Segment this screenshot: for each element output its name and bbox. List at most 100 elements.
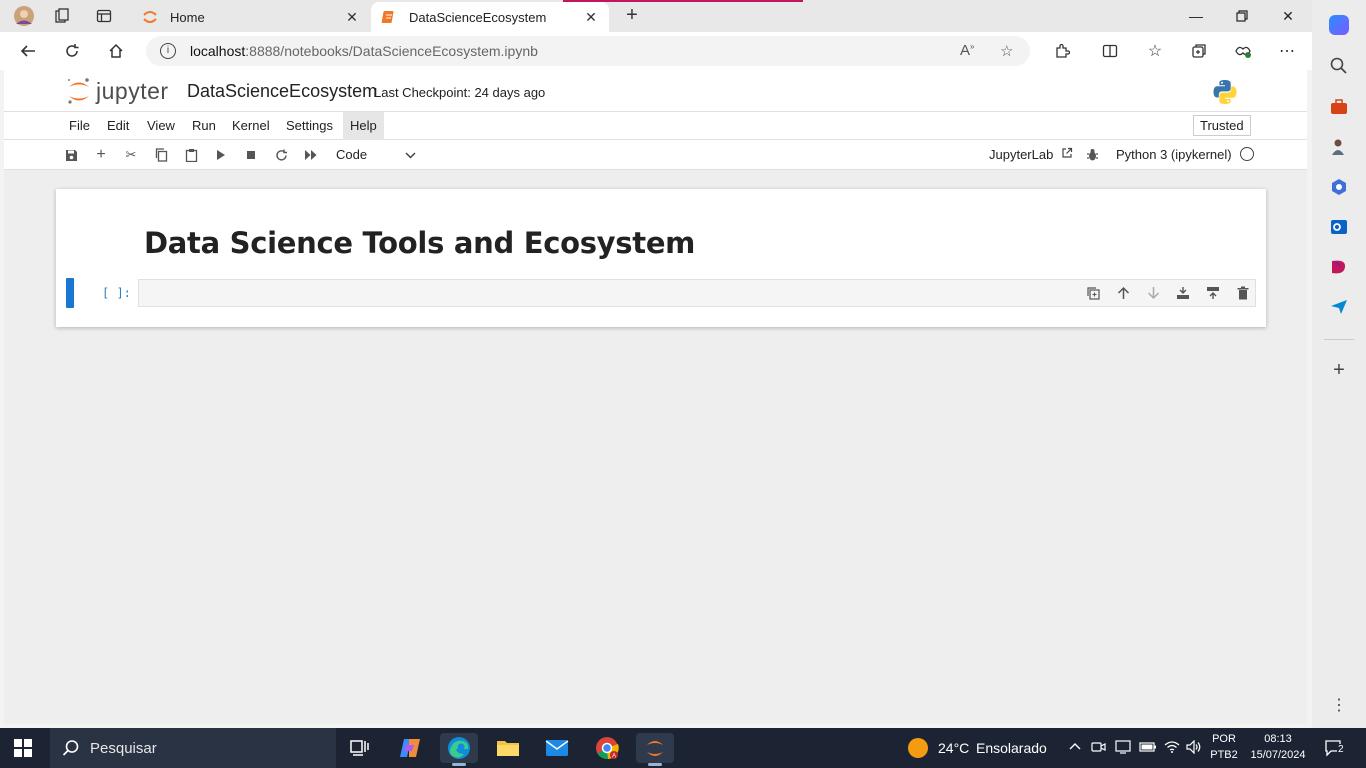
volume-icon[interactable] (1186, 739, 1202, 757)
kernel-status-icon (1240, 147, 1254, 161)
move-down-icon[interactable] (1144, 284, 1162, 302)
svg-text:A: A (612, 754, 616, 760)
extensions-icon[interactable] (1048, 38, 1076, 64)
collections-icon[interactable] (1185, 38, 1213, 64)
restart-icon[interactable] (271, 145, 291, 165)
menu-edit[interactable]: Edit (100, 112, 136, 140)
display-icon[interactable] (1115, 740, 1131, 757)
close-tab-icon[interactable]: ✕ (583, 9, 599, 26)
cut-icon[interactable]: ✂ (121, 145, 141, 165)
kernel-name[interactable]: Python 3 (ipykernel) (1116, 147, 1232, 162)
menu-settings[interactable]: Settings (279, 112, 340, 140)
favorites-icon[interactable]: ☆ (1141, 38, 1169, 64)
microsoft365-icon[interactable] (1329, 177, 1349, 197)
games-icon[interactable] (1329, 137, 1349, 157)
external-link-icon (1061, 147, 1073, 162)
favorite-star-icon[interactable]: ☆ (1000, 42, 1013, 60)
weather-widget[interactable]: 24°C Ensolarado (906, 728, 1056, 768)
active-cell-marker (66, 278, 74, 308)
url-field[interactable]: i localhost:8888/notebooks/DataScienceEc… (146, 36, 1030, 66)
read-aloud-icon[interactable]: A» (960, 42, 974, 59)
designer-icon[interactable] (1329, 257, 1349, 277)
language-indicator[interactable]: POR PTB2 (1206, 728, 1242, 768)
insert-cell-icon[interactable]: + (91, 145, 111, 165)
active-app-indicator (648, 763, 662, 766)
close-window-button[interactable]: ✕ (1265, 0, 1311, 32)
search-icon[interactable] (1329, 56, 1349, 76)
send-icon[interactable] (1329, 297, 1349, 317)
wifi-icon[interactable] (1164, 740, 1180, 757)
chrome-icon[interactable]: A (588, 733, 626, 763)
menu-bar: File Edit View Run Kernel Settings Help … (4, 112, 1307, 140)
weather-desc: Ensolarado (976, 740, 1047, 756)
menu-run[interactable]: Run (185, 112, 223, 140)
url-host: localhost (190, 43, 246, 59)
cell-type-select[interactable]: Code (336, 145, 416, 165)
jupyter-logo-text: jupyter (96, 77, 169, 104)
tab-actions-icon[interactable] (84, 0, 124, 32)
tab-home[interactable]: Home ✕ (132, 2, 370, 32)
menu-file[interactable]: File (62, 112, 97, 140)
save-icon[interactable] (61, 145, 81, 165)
paste-icon[interactable] (181, 145, 201, 165)
copilot-icon[interactable] (1329, 15, 1349, 35)
workspaces-icon[interactable] (42, 0, 82, 32)
task-view-icon[interactable] (341, 733, 379, 763)
tab-datascienceecosystem[interactable]: DataScienceEcosystem ✕ (371, 2, 609, 32)
profile-avatar[interactable] (4, 0, 44, 32)
edge-app-icon[interactable] (440, 733, 478, 766)
refresh-icon[interactable] (58, 38, 86, 64)
jupyter-app-icon[interactable] (636, 733, 674, 766)
insert-below-icon[interactable] (1204, 284, 1222, 302)
show-hidden-icons-chevron-icon[interactable] (1068, 740, 1082, 757)
last-checkpoint: Last Checkpoint: 24 days ago (374, 85, 546, 100)
windows-start-icon[interactable] (14, 739, 32, 757)
notebook-title[interactable]: DataScienceEcosystem (187, 81, 377, 102)
menu-view[interactable]: View (140, 112, 182, 140)
new-tab-button[interactable]: + (620, 4, 644, 28)
mail-icon[interactable] (538, 733, 576, 763)
meet-now-icon[interactable] (1091, 740, 1107, 757)
copy-icon[interactable] (151, 145, 171, 165)
clock-date: 15/07/2024 (1250, 749, 1306, 761)
back-arrow-icon[interactable] (14, 38, 42, 64)
insert-above-icon[interactable] (1174, 284, 1192, 302)
duplicate-cell-icon[interactable] (1084, 284, 1102, 302)
close-tab-icon[interactable]: ✕ (344, 9, 360, 26)
split-screen-icon[interactable] (1096, 38, 1124, 64)
address-bar: i localhost:8888/notebooks/DataScienceEc… (0, 32, 1312, 70)
weather-temp: 24°C (938, 740, 970, 756)
copilot-app-icon[interactable] (391, 733, 429, 763)
move-up-icon[interactable] (1114, 284, 1132, 302)
tab-label: Home (170, 9, 205, 25)
debugger-icon[interactable] (1082, 145, 1102, 165)
home-icon[interactable] (102, 38, 130, 64)
clock[interactable]: 08:13 15/07/2024 (1244, 728, 1312, 768)
tools-icon[interactable] (1329, 97, 1349, 117)
taskbar-search[interactable]: Pesquisar (50, 728, 336, 768)
outlook-icon[interactable] (1329, 217, 1349, 237)
jupyter-logo[interactable]: jupyter (66, 76, 169, 106)
windows-taskbar: Pesquisar A 24°C Ensolarado POR PTB2 08:… (0, 728, 1366, 768)
edge-sidebar: + ⋮ (1312, 0, 1366, 728)
sidebar-more-icon[interactable]: ⋮ (1329, 696, 1349, 716)
browser-essentials-icon[interactable] (1229, 38, 1257, 64)
browser-title-bar: Home ✕ DataScienceEcosystem ✕ + — ✕ (0, 0, 1312, 32)
run-icon[interactable] (211, 145, 231, 165)
menu-help[interactable]: Help (343, 112, 384, 140)
minimize-button[interactable]: — (1173, 0, 1219, 32)
restart-run-all-icon[interactable] (301, 145, 321, 165)
settings-more-icon[interactable]: ⋯ (1273, 38, 1301, 64)
site-info-icon[interactable]: i (160, 43, 176, 59)
file-explorer-icon[interactable] (489, 733, 527, 763)
restore-button[interactable] (1219, 0, 1265, 32)
battery-icon[interactable] (1139, 740, 1157, 757)
stop-icon[interactable] (241, 145, 261, 165)
delete-cell-icon[interactable] (1234, 284, 1252, 302)
markdown-heading[interactable]: Data Science Tools and Ecosystem (144, 226, 695, 260)
menu-kernel[interactable]: Kernel (225, 112, 277, 140)
open-jupyterlab-link[interactable]: JupyterLab (989, 147, 1073, 162)
notification-center[interactable]: 2 (1324, 738, 1346, 758)
add-icon[interactable]: + (1329, 360, 1349, 380)
trusted-indicator[interactable]: Trusted (1193, 115, 1251, 136)
